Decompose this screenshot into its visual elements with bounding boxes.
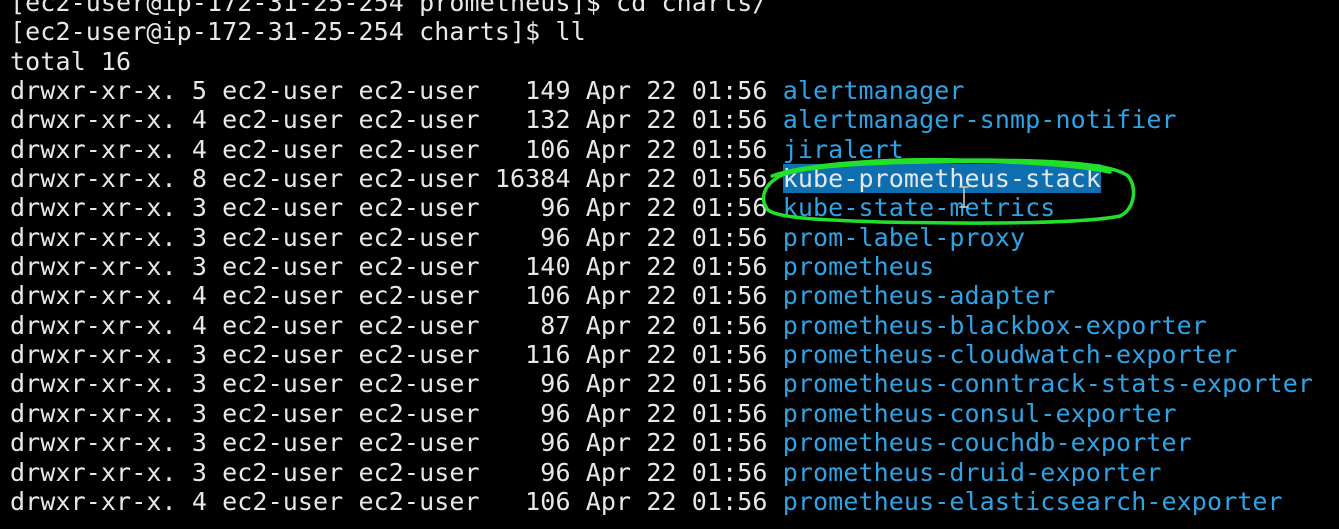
directory-name[interactable]: prometheus-druid-exporter [783, 458, 1162, 487]
listing-meta: drwxr-xr-x. 8 ec2-user ec2-user 16384 Ap… [10, 164, 783, 194]
listing-row: drwxr-xr-x. 5 ec2-user ec2-user 149 Apr … [10, 76, 1313, 105]
listing-meta: drwxr-xr-x. 3 ec2-user ec2-user 96 Apr 2… [10, 457, 783, 487]
listing-meta: drwxr-xr-x. 4 ec2-user ec2-user 87 Apr 2… [10, 310, 783, 340]
listing-meta: drwxr-xr-x. 3 ec2-user ec2-user 116 Apr … [10, 340, 783, 370]
listing-row: drwxr-xr-x. 3 ec2-user ec2-user 96 Apr 2… [10, 399, 1313, 428]
directory-name[interactable]: prometheus-blackbox-exporter [783, 311, 1207, 340]
total-text: total 16 [10, 46, 132, 76]
listing-meta: drwxr-xr-x. 3 ec2-user ec2-user 140 Apr … [10, 252, 783, 282]
i-beam-cursor-icon [959, 186, 969, 208]
listing-meta: drwxr-xr-x. 4 ec2-user ec2-user 132 Apr … [10, 105, 783, 135]
directory-name[interactable]: prometheus-elasticsearch-exporter [783, 487, 1283, 516]
directory-name[interactable]: prometheus-conntrack-stats-exporter [783, 369, 1313, 398]
listing-meta: drwxr-xr-x. 3 ec2-user ec2-user 96 Apr 2… [10, 398, 783, 428]
directory-name[interactable]: prometheus-consul-exporter [783, 399, 1177, 428]
listing-row: drwxr-xr-x. 4 ec2-user ec2-user 106 Apr … [10, 281, 1313, 310]
selected-directory-name[interactable]: kube-prometheus-stack [782, 164, 1101, 194]
listing-row: drwxr-xr-x. 4 ec2-user ec2-user 132 Apr … [10, 105, 1313, 134]
terminal-output[interactable]: [ec2-user@ip-172-31-25-254 prometheus]$ … [10, 0, 1313, 516]
prompt-text: [ec2-user@ip-172-31-25-254 charts]$ ll [10, 17, 586, 47]
listing-meta: drwxr-xr-x. 5 ec2-user ec2-user 149 Apr … [10, 76, 783, 106]
listing-row: drwxr-xr-x. 3 ec2-user ec2-user 116 Apr … [10, 340, 1313, 369]
listing-row: drwxr-xr-x. 3 ec2-user ec2-user 96 Apr 2… [10, 193, 1313, 222]
output-line: total 16 [10, 47, 1313, 76]
listing-meta: drwxr-xr-x. 4 ec2-user ec2-user 106 Apr … [10, 281, 783, 311]
listing-row: drwxr-xr-x. 4 ec2-user ec2-user 106 Apr … [10, 135, 1313, 164]
listing-meta: drwxr-xr-x. 4 ec2-user ec2-user 106 Apr … [10, 134, 783, 164]
listing-meta: drwxr-xr-x. 3 ec2-user ec2-user 96 Apr 2… [10, 369, 783, 399]
listing-meta: drwxr-xr-x. 3 ec2-user ec2-user 96 Apr 2… [10, 428, 783, 458]
listing-row: drwxr-xr-x. 3 ec2-user ec2-user 96 Apr 2… [10, 369, 1313, 398]
terminal-window[interactable]: [ec2-user@ip-172-31-25-254 prometheus]$ … [0, 0, 1339, 529]
directory-name[interactable]: prometheus [783, 252, 935, 281]
directory-name[interactable]: alertmanager-snmp-notifier [783, 105, 1177, 134]
directory-name[interactable]: kube-state-metrics [783, 193, 1056, 222]
directory-name[interactable]: prometheus-couchdb-exporter [783, 428, 1192, 457]
listing-row: drwxr-xr-x. 3 ec2-user ec2-user 96 Apr 2… [10, 223, 1313, 252]
listing-meta: drwxr-xr-x. 3 ec2-user ec2-user 96 Apr 2… [10, 193, 783, 223]
listing-row: drwxr-xr-x. 3 ec2-user ec2-user 96 Apr 2… [10, 458, 1313, 487]
listing-row: drwxr-xr-x. 4 ec2-user ec2-user 106 Apr … [10, 487, 1313, 516]
directory-name[interactable]: prometheus-cloudwatch-exporter [783, 340, 1238, 369]
directory-name[interactable]: jiralert [783, 135, 904, 164]
directory-name[interactable]: prom-label-proxy [783, 223, 1025, 252]
prompt-text: [ec2-user@ip-172-31-25-254 prometheus]$ … [10, 0, 768, 17]
listing-meta: drwxr-xr-x. 4 ec2-user ec2-user 106 Apr … [10, 486, 783, 516]
directory-name[interactable]: prometheus-adapter [783, 281, 1056, 310]
listing-meta: drwxr-xr-x. 3 ec2-user ec2-user 96 Apr 2… [10, 222, 783, 252]
listing-row: drwxr-xr-x. 3 ec2-user ec2-user 96 Apr 2… [10, 428, 1313, 457]
listing-row: drwxr-xr-x. 3 ec2-user ec2-user 140 Apr … [10, 252, 1313, 281]
prompt-line: [ec2-user@ip-172-31-25-254 prometheus]$ … [10, 0, 1313, 17]
directory-name[interactable]: alertmanager [783, 76, 965, 105]
listing-row: drwxr-xr-x. 4 ec2-user ec2-user 87 Apr 2… [10, 311, 1313, 340]
prompt-line: [ec2-user@ip-172-31-25-254 charts]$ ll [10, 17, 1313, 46]
listing-row-selected: drwxr-xr-x. 8 ec2-user ec2-user 16384 Ap… [10, 164, 1313, 194]
